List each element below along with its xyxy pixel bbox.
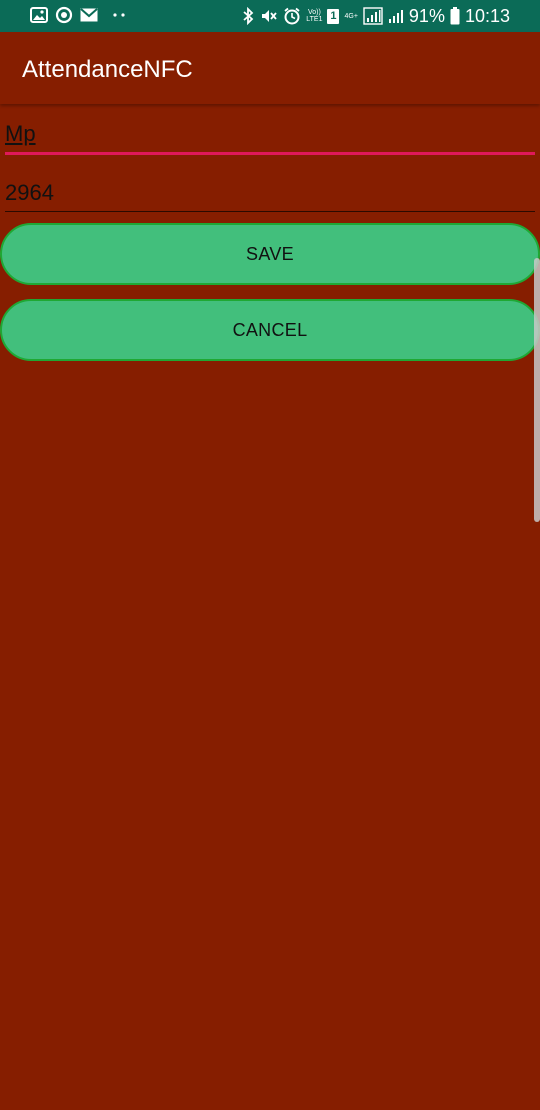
battery-percent: 91% xyxy=(408,6,445,26)
network-type-icon: 4G+ xyxy=(344,12,358,20)
app-title: AttendanceNFC xyxy=(22,56,193,83)
signal-icon-2 xyxy=(388,8,404,24)
cancel-button-label: CANCEL xyxy=(232,319,308,340)
save-button[interactable]: SAVE xyxy=(0,223,540,285)
more-dots-icon xyxy=(113,13,125,17)
number-field[interactable]: 2964 xyxy=(5,180,535,214)
battery-icon xyxy=(450,7,460,25)
name-field-underline xyxy=(5,152,535,155)
alarm-icon xyxy=(283,7,301,25)
status-bar-left xyxy=(30,6,125,24)
save-button-label: SAVE xyxy=(246,243,294,264)
image-icon xyxy=(30,7,48,23)
status-bar-right: Vo)) LTE1 1 4G+ 91% 10:13 xyxy=(241,5,510,27)
name-field[interactable]: Mp xyxy=(5,121,535,155)
number-field-value[interactable]: 2964 xyxy=(5,180,535,206)
name-field-value[interactable]: Mp xyxy=(5,121,535,147)
status-bar: Vo)) LTE1 1 4G+ 91% 10:13 xyxy=(0,0,540,32)
volte-icon: Vo)) LTE1 xyxy=(306,9,323,23)
signal-icon xyxy=(363,7,383,25)
cancel-button[interactable]: CANCEL xyxy=(0,299,540,361)
bluetooth-icon xyxy=(241,7,255,25)
mute-icon xyxy=(260,7,278,25)
app-bar: AttendanceNFC xyxy=(0,32,540,104)
sync-icon xyxy=(55,6,73,24)
number-field-underline xyxy=(5,211,535,212)
sim-icon: 1 xyxy=(327,8,340,24)
scrollbar[interactable] xyxy=(534,258,540,522)
mail-icon xyxy=(80,8,98,22)
status-time: 10:13 xyxy=(464,6,510,26)
